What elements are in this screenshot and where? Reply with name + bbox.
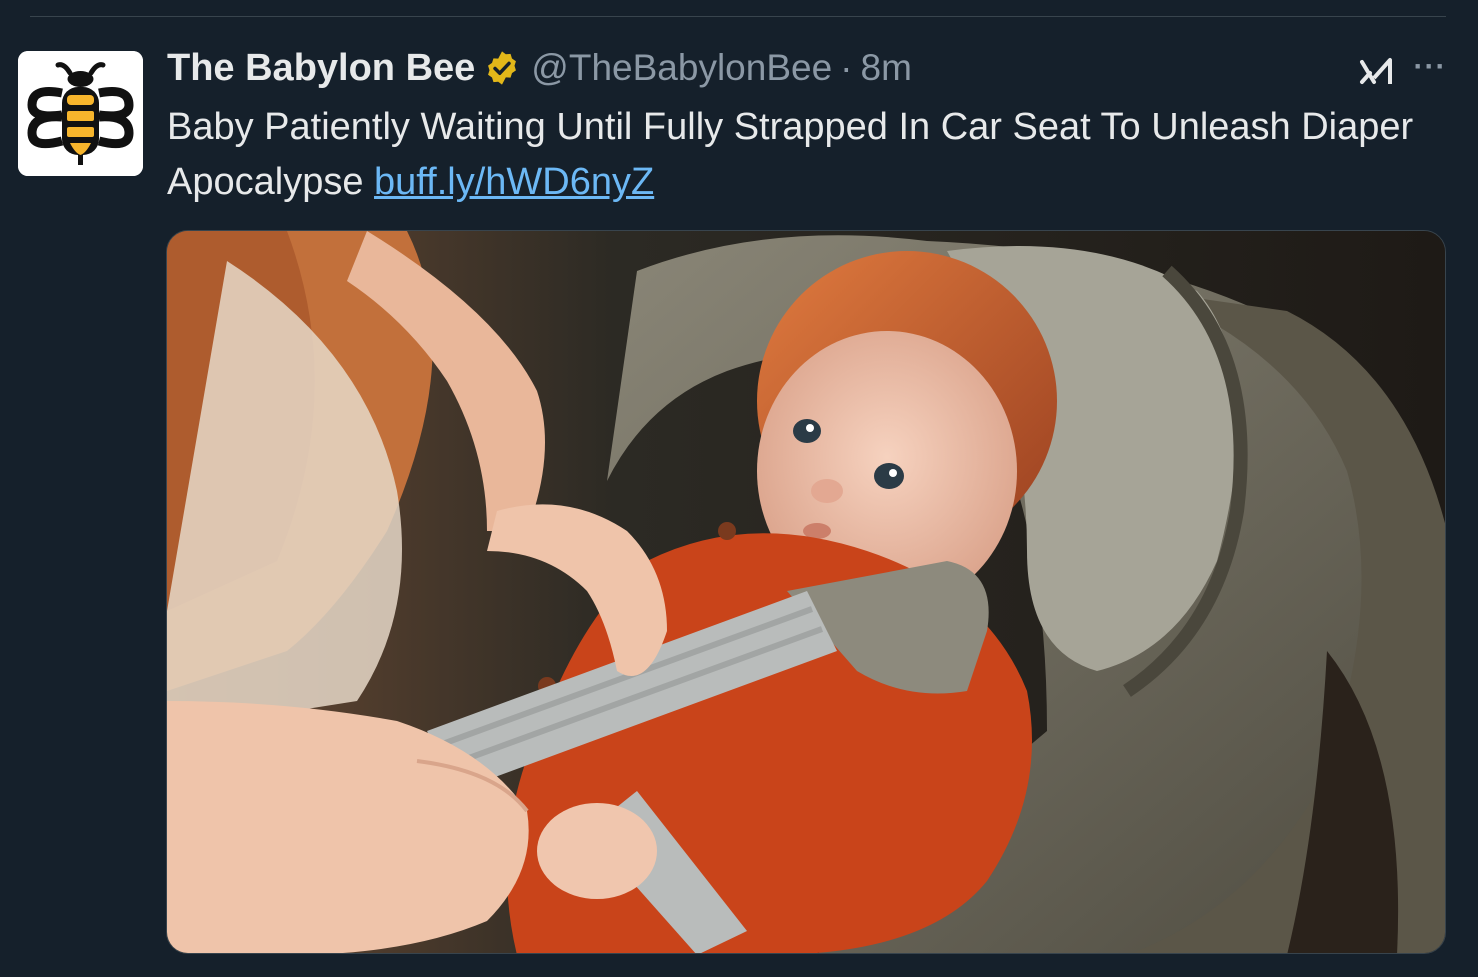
timestamp[interactable]: 8m	[861, 47, 912, 89]
tweet-text: Baby Patiently Waiting Until Fully Strap…	[167, 100, 1417, 210]
tweet-link[interactable]: buff.ly/hWD6nyZ	[374, 161, 654, 203]
author-handle[interactable]: @TheBabylonBee	[531, 47, 832, 89]
tweet-image[interactable]	[166, 230, 1446, 954]
grok-icon[interactable]	[1356, 52, 1396, 92]
more-options-icon[interactable]: ···	[1410, 52, 1450, 88]
separator-dot: ·	[840, 47, 853, 88]
top-divider	[30, 16, 1446, 17]
tweet-body: Baby Patiently Waiting Until Fully Strap…	[167, 106, 1414, 203]
babylon-bee-logo-icon	[18, 51, 143, 176]
avatar[interactable]	[18, 51, 143, 176]
tweet-header: The Babylon Bee @TheBabylonBee · 8m	[167, 44, 912, 92]
author-display-name[interactable]: The Babylon Bee	[167, 47, 475, 90]
baby-car-seat-photo	[167, 231, 1445, 953]
verified-badge-icon[interactable]	[483, 49, 521, 87]
